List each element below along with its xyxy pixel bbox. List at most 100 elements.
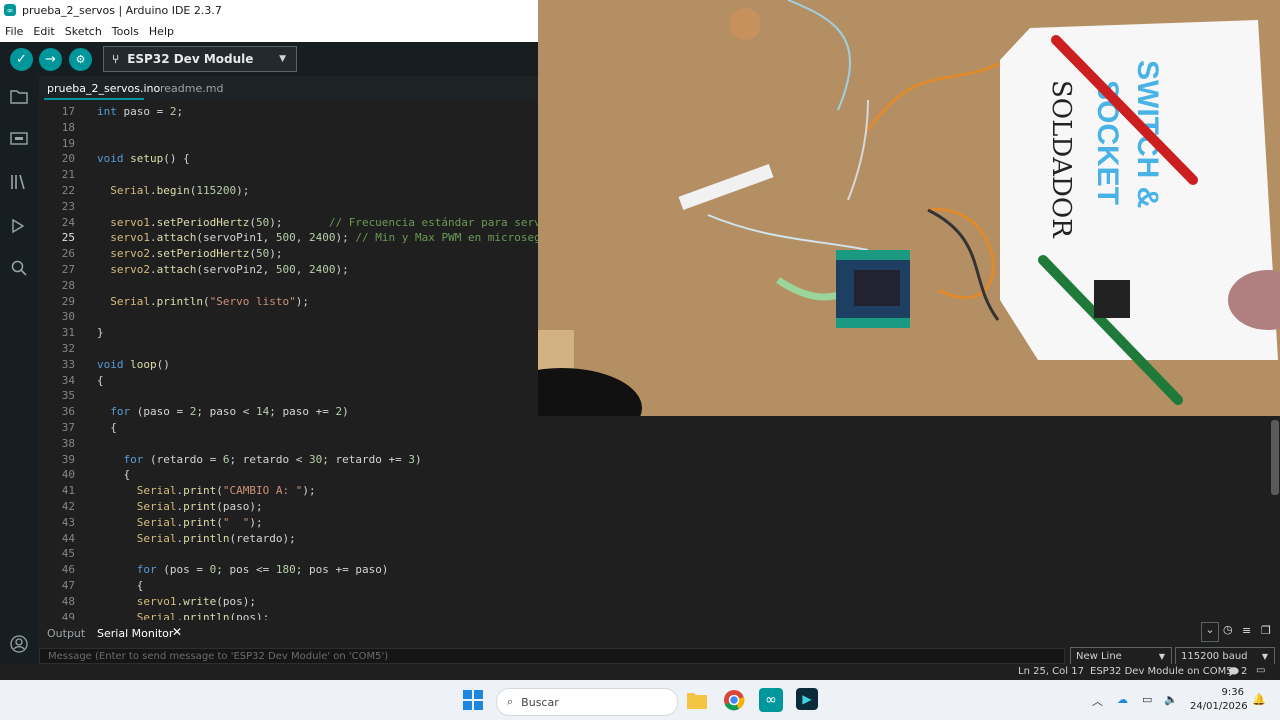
chevron-down-icon: ▼ [1158, 651, 1165, 661]
code-line[interactable]: 28 [39, 278, 538, 294]
file-explorer-icon[interactable] [686, 690, 708, 710]
code-line[interactable]: 30 [39, 309, 538, 325]
board-selector[interactable]: ⑂ ESP32 Dev Module ▼ [103, 46, 297, 72]
tab-output[interactable]: Output [47, 627, 85, 640]
code-line[interactable]: 25 servo1.attach(servoPin1, 500, 2400); … [39, 230, 538, 246]
code-line[interactable]: 20 void setup() { [39, 151, 538, 167]
code-text: Serial.println(pos); [136, 610, 270, 620]
code-line[interactable]: 27 servo2.attach(servoPin2, 500, 2400); [39, 262, 538, 278]
code-line[interactable]: 26 servo2.setPeriodHertz(50); [39, 246, 538, 262]
code-line[interactable]: 32 [39, 341, 538, 357]
code-line[interactable]: 41 Serial.print("CAMBIO A: "); [39, 483, 538, 499]
notification-bell-icon[interactable]: 🔔 [1252, 693, 1266, 706]
line-number: 38 [61, 436, 75, 450]
clock-time[interactable]: 9:36 [1210, 687, 1244, 698]
menu-help[interactable]: Help [144, 25, 179, 38]
tab-sketch[interactable]: prueba_2_servos.ino [47, 82, 160, 95]
folder-icon[interactable] [9, 86, 29, 106]
tab-readme[interactable]: readme.md [160, 82, 223, 95]
menu-sketch[interactable]: Sketch [60, 25, 107, 38]
line-number: 27 [61, 263, 75, 276]
code-line[interactable]: 17 int paso = 2; [39, 104, 538, 120]
code-line[interactable]: 38 [39, 436, 538, 452]
workbench-photo: SWITCH & SOCKET SOLDADOR [538, 0, 1280, 416]
baud-rate-select[interactable]: 115200 baud ▼ [1175, 647, 1275, 665]
code-line[interactable]: 47 { [39, 578, 538, 594]
code-line[interactable]: 42 Serial.print(paso); [39, 499, 538, 515]
code-line[interactable]: 37 { [39, 420, 538, 436]
line-number: 22 [61, 184, 75, 197]
line-number: 40 [61, 468, 75, 482]
windows-start-icon[interactable] [463, 690, 483, 710]
code-line[interactable]: 35 [39, 388, 538, 404]
code-line[interactable]: 21 [39, 167, 538, 183]
code-line[interactable]: 23 [39, 199, 538, 215]
board-name: ESP32 Dev Module [127, 52, 254, 66]
network-icon[interactable]: ▭ [1142, 693, 1152, 706]
code-editor[interactable]: 17 int paso = 2; 18 19 20 void setup() {21 22 … [39, 100, 538, 620]
chevron-up-icon[interactable]: ︿ [1092, 693, 1103, 709]
line-number: 46 [61, 563, 75, 577]
line-ending-select[interactable]: New Line ▼ [1070, 647, 1172, 665]
line-number: 41 [61, 484, 75, 498]
code-line[interactable]: 46 for (pos = 0; pos <= 180; pos += paso… [39, 562, 538, 578]
maximize-panel-icon[interactable]: ❐ [1261, 624, 1271, 637]
line-ending-value: New Line [1076, 650, 1122, 662]
account-icon[interactable] [9, 634, 29, 654]
code-line[interactable]: 18 [39, 120, 538, 136]
clear-output-icon[interactable]: ≡ [1242, 624, 1251, 637]
autoscroll-icon[interactable]: ⌄ [1201, 622, 1219, 642]
menu-tools[interactable]: Tools [107, 25, 144, 38]
tab-serial-monitor[interactable]: Serial Monitor [97, 627, 173, 640]
search-icon[interactable] [9, 258, 29, 278]
board-port-status[interactable]: ESP32 Dev Module on COM5 [1090, 666, 1233, 677]
menu-file[interactable]: File [0, 25, 28, 38]
close-icon[interactable]: ✕ [172, 625, 182, 639]
code-text: servo1.setPeriodHertz(50); // Frecuencia… [110, 215, 538, 229]
code-line[interactable]: 48 servo1.write(pos); [39, 594, 538, 610]
code-text: int paso = 2; [97, 105, 184, 118]
code-line[interactable]: 44 Serial.println(retardo); [39, 531, 538, 547]
arduino-taskbar-icon[interactable]: ∞ [759, 688, 783, 712]
library-icon[interactable] [9, 172, 29, 192]
window-title: prueba_2_servos | Arduino IDE 2.3.7 [22, 3, 222, 17]
debug-button[interactable]: ⚙ [69, 48, 92, 71]
arduino-icon: ∞ [4, 4, 16, 16]
chrome-icon[interactable] [723, 689, 745, 711]
timestamp-icon[interactable]: ◷ [1223, 623, 1233, 636]
code-line[interactable]: 40 { [39, 467, 538, 483]
code-line[interactable]: 19 [39, 136, 538, 152]
code-line[interactable]: 36 for (paso = 2; paso < 14; paso += 2) [39, 404, 538, 420]
volume-icon[interactable]: 🔈 [1164, 693, 1178, 706]
code-text: Serial.print(paso); [136, 500, 263, 513]
debug-icon[interactable] [9, 216, 29, 236]
code-line[interactable]: 29 Serial.println("Servo listo"); [39, 294, 538, 310]
code-line[interactable]: 31} [39, 325, 538, 341]
code-line[interactable]: 43 Serial.print(" "); [39, 515, 538, 531]
code-text: Serial.print("CAMBIO A: "); [136, 484, 316, 498]
code-text: servo1.attach(servoPin1, 500, 2400); // … [110, 231, 538, 245]
code-line[interactable]: 24 servo1.setPeriodHertz(50); // Frecuen… [39, 215, 538, 231]
code-line[interactable]: 39 for (retardo = 6; retardo < 30; retar… [39, 452, 538, 468]
arrow-right-icon: → [45, 52, 56, 67]
code-line[interactable]: 45 [39, 546, 538, 562]
layout-toggle-icon[interactable]: ▭ [1256, 665, 1265, 676]
onedrive-icon[interactable]: ☁ [1117, 693, 1128, 706]
serial-message-input[interactable]: Message (Enter to send message to 'ESP32… [39, 648, 1065, 664]
code-line[interactable]: 33 void loop() [39, 357, 538, 373]
taskbar-search[interactable]: ⌕ Buscar [496, 688, 678, 716]
code-line[interactable]: 34 { [39, 373, 538, 389]
toolbar: ✓ → ⚙ ⑂ ESP32 Dev Module ▼ [0, 42, 538, 76]
scrollbar-thumb[interactable] [1271, 420, 1279, 495]
board-manager-icon[interactable] [9, 128, 29, 148]
capture-app-icon[interactable]: ▶ [796, 688, 818, 710]
verify-button[interactable]: ✓ [10, 48, 33, 71]
upload-button[interactable]: → [39, 48, 62, 71]
code-line[interactable]: 22 Serial.begin(115200); [39, 183, 538, 199]
clock-date[interactable]: 24/01/2026 [1190, 701, 1248, 712]
menu-edit[interactable]: Edit [28, 25, 59, 38]
code-line[interactable]: 49 Serial.println(pos); [39, 610, 538, 620]
code-text: servo2.setPeriodHertz(50); [110, 247, 283, 261]
line-number: 45 [61, 547, 75, 561]
code-text: void loop() [97, 357, 170, 371]
